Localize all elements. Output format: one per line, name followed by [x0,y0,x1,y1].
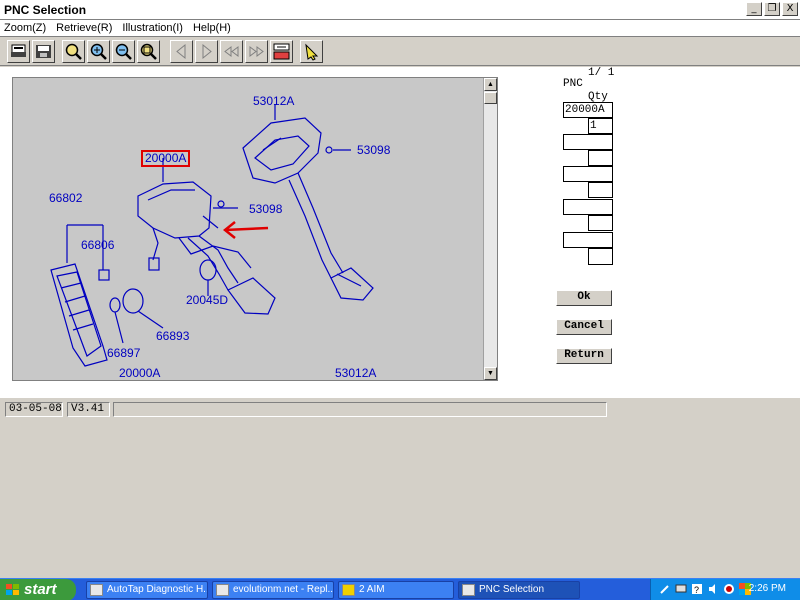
illustration-scrollbar[interactable]: ▲ ▼ [483,78,497,380]
status-version: V3.41 [67,402,110,417]
pnc-cell-3[interactable] [563,166,613,182]
windows-logo-icon [6,584,19,595]
first-icon [224,46,239,57]
callout-53012a-top[interactable]: 53012A [253,94,294,108]
clock[interactable]: 2:26 PM [749,583,786,594]
close-button[interactable]: X [782,2,798,16]
callout-53098-mid[interactable]: 53098 [249,202,282,216]
zoom-button[interactable] [62,40,85,63]
title-bar: PNC Selection _ ❐ X [0,0,800,20]
menu-retrieve[interactable]: Retrieve(R) [56,22,112,34]
prev-icon [176,43,186,60]
toolbar [0,36,800,66]
callout-66802[interactable]: 66802 [49,191,82,205]
callout-20000a-bottom[interactable]: 20000A [119,366,160,380]
pnc-cell-1[interactable]: 20000A [563,102,613,118]
aim-icon [342,584,355,596]
task-label: evolutionm.net - Repl... [233,584,334,595]
task-aim[interactable]: 2 AIM [338,581,454,599]
menu-illustration[interactable]: Illustration(I) [122,22,183,34]
status-date: 03-05-08 [5,402,63,417]
last-button[interactable] [245,40,268,63]
taskbar: start AutoTap Diagnostic H... evolutionm… [0,578,800,600]
ok-button[interactable]: Ok [556,290,612,306]
scroll-thumb[interactable] [484,92,497,104]
pointer-button[interactable] [300,40,323,63]
task-label: PNC Selection [479,584,545,595]
task-autotap[interactable]: AutoTap Diagnostic H... [86,581,208,599]
empty-workspace [0,419,800,578]
network-icon[interactable] [675,583,687,595]
cancel-button[interactable]: Cancel [556,319,612,335]
last-icon [249,46,264,57]
callout-53098-right[interactable]: 53098 [357,143,390,157]
system-tray: ? 2:26 PM [650,579,800,600]
help-icon[interactable]: ? [691,583,703,595]
restore-button[interactable]: ❐ [764,2,780,16]
zoom-fit-button[interactable] [137,40,160,63]
lock-icon [273,43,290,60]
zoom-in-button[interactable] [87,40,110,63]
qty-cell-1[interactable]: 1 [588,118,613,134]
tools-icon[interactable] [659,583,671,595]
start-label: start [24,581,57,598]
first-button[interactable] [220,40,243,63]
menu-bar: Zoom(Z) Retrieve(R) Illustration(I) Help… [0,20,800,36]
qty-cell-5[interactable] [588,248,613,265]
next-button[interactable] [195,40,218,63]
task-browser[interactable]: evolutionm.net - Repl... [212,581,334,599]
lock-button[interactable] [270,40,293,63]
pnc-page-indicator: 1/ 1 [588,67,615,79]
pointer-icon [305,43,319,61]
status-bar: 03-05-08 V3.41 [0,397,800,419]
app-window-icon [462,584,475,596]
task-label: AutoTap Diagnostic H... [107,584,208,595]
task-label: 2 AIM [359,584,385,595]
pedal-assembly-drawing [50,104,374,367]
svg-text:?: ? [694,585,699,595]
callout-20000a-highlighted[interactable]: 20000A [141,150,191,167]
browser-icon [216,584,229,596]
zoom-fit-icon [140,43,157,60]
zoom-out-button[interactable] [112,40,135,63]
menu-zoom[interactable]: Zoom(Z) [4,22,46,34]
save-button[interactable] [32,40,55,63]
minimize-button[interactable]: _ [746,2,762,16]
callout-66893[interactable]: 66893 [156,329,189,343]
antivirus-icon[interactable] [723,583,735,595]
start-button[interactable]: start [0,579,76,600]
print-button[interactable] [7,40,30,63]
pnc-cell-2[interactable] [563,134,613,150]
task-pnc-selection[interactable]: PNC Selection [458,581,580,599]
status-message [113,402,607,417]
app-window: PNC Selection _ ❐ X Zoom(Z) Retrieve(R) … [0,0,800,600]
callout-53012a-bottom[interactable]: 53012A [335,366,376,380]
side-white-area [626,67,800,397]
pnc-cell-4[interactable] [563,199,613,215]
callout-66897[interactable]: 66897 [107,346,140,360]
zoom-in-icon [90,43,107,60]
parts-illustration[interactable]: 53012A 20000A 53098 66802 53098 66806 20… [12,77,498,381]
app-window-icon [90,584,103,596]
qty-cell-3[interactable] [588,182,613,198]
window-title: PNC Selection [4,3,87,17]
pnc-cell-5[interactable] [563,232,613,248]
scroll-up-arrow-icon[interactable]: ▲ [484,78,497,91]
window-controls: _ ❐ X [746,2,798,16]
pnc-label: PNC [563,78,583,90]
callout-20045d[interactable]: 20045D [186,293,228,307]
callout-66806[interactable]: 66806 [81,238,114,252]
volume-icon[interactable] [707,583,719,595]
scroll-down-arrow-icon[interactable]: ▼ [484,367,497,380]
qty-cell-4[interactable] [588,215,613,231]
save-icon [36,45,51,58]
zoom-icon [65,43,82,60]
return-button[interactable]: Return [556,348,612,364]
print-icon [11,44,26,57]
zoom-out-icon [115,43,132,60]
prev-button[interactable] [170,40,193,63]
qty-cell-2[interactable] [588,150,613,166]
next-icon [202,43,212,60]
menu-help[interactable]: Help(H) [193,22,231,34]
